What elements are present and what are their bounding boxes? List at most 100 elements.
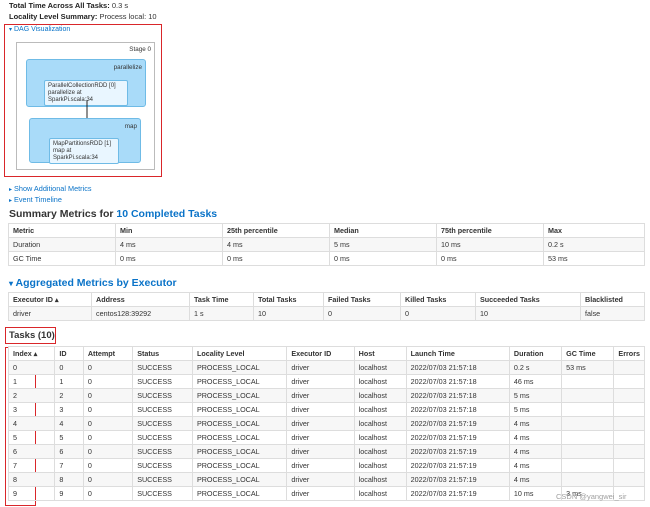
table-cell: 0 [82,458,134,473]
aggregated-metrics-heading[interactable]: ▾ Aggregated Metrics by Executor [9,277,177,289]
table-cell [613,388,645,403]
table-row: 6 6 0 SUCCESS PROCESS_LOCAL driver localhost 20… [7,444,645,459]
table-cell: 0 [400,306,476,321]
table-cell: SUCCESS [132,388,193,403]
table-cell: 10 [253,306,324,321]
table-row: Duration 4 ms 4 ms 5 ms 10 ms 0.2 s [8,237,645,252]
table-cell: 0 [7,360,56,375]
table-row: GC Time 0 ms 0 ms 0 ms 0 ms 53 ms [8,251,645,266]
table-cell: localhost [353,430,407,445]
column-header[interactable]: Median [329,223,437,238]
dag-visualization-label: DAG Visualization [13,26,71,33]
dag-visualization-toggle[interactable]: ▾ DAG Visualization [9,26,70,33]
table-cell: 8 [7,472,56,487]
column-header[interactable]: Executor ID ▴ [8,292,92,307]
show-additional-metrics-link[interactable]: ▸ Show Additional Metrics [9,184,92,193]
column-header[interactable]: Errors [613,346,645,361]
table-cell: 4 ms [508,430,563,445]
table-cell [561,458,615,473]
table-cell: driver [286,416,355,431]
table-cell: 0 ms [222,251,330,266]
column-header[interactable]: 75th percentile [436,223,544,238]
rdd-name: MapPartitionsRDD [1] [53,141,112,147]
column-header[interactable]: Status [132,346,193,361]
table-cell: PROCESS_LOCAL [191,444,288,459]
table-cell: 0 [54,360,84,375]
table-cell: localhost [353,402,407,417]
aggregated-metrics-table: Executor ID ▴ Address Task Time Total Ta… [8,292,645,321]
table-cell: PROCESS_LOCAL [191,416,288,431]
table-cell: 8 [54,472,84,487]
column-header[interactable]: Locality Level [191,346,288,361]
table-row: 4 4 0 SUCCESS PROCESS_LOCAL driver localhost 20… [7,416,645,431]
caret-down-icon: ▾ [9,27,13,33]
column-header[interactable]: Succeeded Tasks [475,292,581,307]
column-header[interactable]: Task Time [189,292,254,307]
column-header[interactable]: GC Time [561,346,615,361]
table-cell: SUCCESS [132,416,193,431]
column-header[interactable]: Failed Tasks [323,292,401,307]
table-cell: SUCCESS [132,458,193,473]
table-cell: 4 ms [222,237,330,252]
column-header[interactable]: Launch Time [405,346,510,361]
table-cell: 2 [7,388,56,403]
table-cell: localhost [353,416,407,431]
stage-label: Stage 0 [129,46,151,53]
table-cell [613,472,645,487]
summary-title-prefix: Summary Metrics for [9,208,114,220]
table-cell: 0 ms [436,251,544,266]
table-cell [561,374,615,389]
table-cell: 0 [82,444,134,459]
table-cell: 53 ms [561,360,615,375]
table-cell: 5 ms [508,388,563,403]
total-time-value: 0.3 s [111,1,129,10]
table-header-row: Metric Min 25th percentile Median 75th p… [8,223,645,238]
table-cell: driver [286,472,355,487]
table-cell: 6 [54,444,84,459]
table-cell [613,402,645,417]
table-cell: 1 [7,374,56,389]
column-header[interactable]: ID [54,346,84,361]
completed-tasks-link[interactable]: 10 Completed Tasks [116,208,217,220]
column-header[interactable]: Executor ID [286,346,355,361]
table-cell [561,444,615,459]
cluster-label: parallelize [113,64,142,71]
table-cell: localhost [353,360,407,375]
event-timeline-link[interactable]: ▸ Event Timeline [9,195,62,204]
table-cell: 0 ms [115,251,223,266]
table-cell: 1 [54,374,84,389]
table-cell: PROCESS_LOCAL [191,374,288,389]
column-header[interactable]: Min [115,223,223,238]
table-cell [613,444,645,459]
table-cell: localhost [353,388,407,403]
column-header[interactable]: Killed Tasks [400,292,476,307]
column-header[interactable]: Attempt [82,346,134,361]
table-cell: 2022/07/03 21:57:19 [405,472,510,487]
column-header[interactable]: Duration [508,346,563,361]
column-header[interactable]: Blacklisted [580,292,645,307]
dag-cluster-map[interactable]: map MapPartitionsRDD [1] map at SparkPi.… [29,118,141,165]
table-row: 0 0 0 SUCCESS PROCESS_LOCAL driver localhost 20… [7,360,645,375]
table-cell: PROCESS_LOCAL [191,360,288,375]
column-header[interactable]: Index ▴ [7,346,56,361]
column-header[interactable]: 25th percentile [222,223,330,238]
table-cell: SUCCESS [132,374,193,389]
column-header[interactable]: Metric [8,223,116,238]
total-time-line: Total Time Across All Tasks: 0.3 s [9,1,128,10]
aggregated-metrics-title: Aggregated Metrics by Executor [15,277,177,289]
column-header[interactable]: Total Tasks [253,292,324,307]
table-cell: SUCCESS [132,430,193,445]
table-cell: PROCESS_LOCAL [191,430,288,445]
caret-right-icon: ▸ [9,198,13,204]
column-header[interactable]: Host [353,346,407,361]
summary-metrics-table: Metric Min 25th percentile Median 75th p… [8,223,645,266]
column-header[interactable]: Max [543,223,645,238]
table-cell: 0 [82,388,134,403]
column-header[interactable]: Address [91,292,190,307]
rdd-node-map-partitions[interactable]: MapPartitionsRDD [1] map at SparkPi.scal… [49,138,119,165]
stage-box: Stage 0 parallelize ParallelCollectionRD… [16,42,155,170]
table-cell: 4 ms [115,237,223,252]
table-cell: driver [286,402,355,417]
table-cell: localhost [353,472,407,487]
table-cell: 2022/07/03 21:57:18 [405,402,510,417]
